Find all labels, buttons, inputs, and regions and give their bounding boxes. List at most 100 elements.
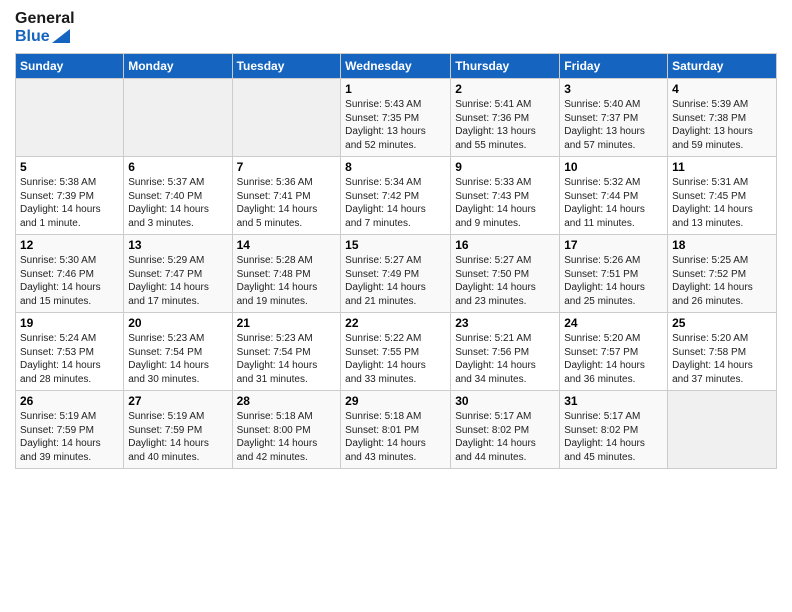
col-header-wednesday: Wednesday bbox=[341, 54, 451, 79]
header: General Blue bbox=[15, 10, 777, 45]
day-number: 13 bbox=[128, 238, 227, 252]
day-info: Sunrise: 5:41 AMSunset: 7:36 PMDaylight:… bbox=[455, 98, 555, 152]
day-info: Sunrise: 5:19 AMSunset: 7:59 PMDaylight:… bbox=[128, 410, 227, 464]
day-number: 15 bbox=[345, 238, 446, 252]
calendar-cell bbox=[16, 79, 124, 157]
calendar-cell: 5Sunrise: 5:38 AMSunset: 7:39 PMDaylight… bbox=[16, 157, 124, 235]
day-number: 2 bbox=[455, 82, 555, 96]
day-info: Sunrise: 5:23 AMSunset: 7:54 PMDaylight:… bbox=[128, 332, 227, 386]
col-header-saturday: Saturday bbox=[668, 54, 777, 79]
calendar-cell: 31 Sunrise: 5:17 AMSunset: 8:02 PMDayligh… bbox=[560, 391, 668, 469]
col-header-monday: Monday bbox=[124, 54, 232, 79]
day-info: Sunrise: 5:30 AMSunset: 7:46 PMDaylight:… bbox=[20, 254, 119, 308]
logo-arrow-icon bbox=[52, 29, 70, 43]
day-info: Sunrise: 5:39 AMSunset: 7:38 PMDaylight:… bbox=[672, 98, 772, 152]
col-header-friday: Friday bbox=[560, 54, 668, 79]
logo-general: General bbox=[15, 10, 75, 28]
day-number: 29 bbox=[345, 394, 446, 408]
day-number: 20 bbox=[128, 316, 227, 330]
day-number: 14 bbox=[237, 238, 337, 252]
calendar-cell: 29Sunrise: 5:18 AMSunset: 8:01 PMDayligh… bbox=[341, 391, 451, 469]
day-number: 1 bbox=[345, 82, 446, 96]
day-info: Sunrise: 5:17 AMSunset: 8:02 PMDaylight:… bbox=[455, 410, 555, 464]
calendar-cell: 10 Sunrise: 5:32 AMSunset: 7:44 PMDayligh… bbox=[560, 157, 668, 235]
day-number: 26 bbox=[20, 394, 119, 408]
day-info: Sunrise: 5:25 AMSunset: 7:52 PMDaylight:… bbox=[672, 254, 772, 308]
day-info: Sunrise: 5:32 AMSunset: 7:44 PMDaylight:… bbox=[564, 176, 663, 230]
calendar-cell: 13 Sunrise: 5:29 AMSunset: 7:47 PMDayligh… bbox=[124, 235, 232, 313]
calendar-cell: 8 Sunrise: 5:34 AMSunset: 7:42 PMDaylight… bbox=[341, 157, 451, 235]
calendar-cell: 1 Sunrise: 5:43 AMSunset: 7:35 PMDaylight… bbox=[341, 79, 451, 157]
day-info: Sunrise: 5:27 AMSunset: 7:49 PMDaylight:… bbox=[345, 254, 446, 308]
day-info: Sunrise: 5:40 AMSunset: 7:37 PMDaylight:… bbox=[564, 98, 663, 152]
day-number: 10 bbox=[564, 160, 663, 174]
calendar-cell: 21Sunrise: 5:23 AMSunset: 7:54 PMDayligh… bbox=[232, 313, 341, 391]
calendar-week-3: 12 Sunrise: 5:30 AMSunset: 7:46 PMDayligh… bbox=[16, 235, 777, 313]
day-info: Sunrise: 5:20 AMSunset: 7:57 PMDaylight:… bbox=[564, 332, 663, 386]
calendar-cell: 20 Sunrise: 5:23 AMSunset: 7:54 PMDayligh… bbox=[124, 313, 232, 391]
calendar-cell: 2 Sunrise: 5:41 AMSunset: 7:36 PMDaylight… bbox=[451, 79, 560, 157]
calendar-cell: 22Sunrise: 5:22 AMSunset: 7:55 PMDayligh… bbox=[341, 313, 451, 391]
calendar-cell: 6 Sunrise: 5:37 AMSunset: 7:40 PMDaylight… bbox=[124, 157, 232, 235]
calendar-cell: 15 Sunrise: 5:27 AMSunset: 7:49 PMDayligh… bbox=[341, 235, 451, 313]
calendar-cell: 19Sunrise: 5:24 AMSunset: 7:53 PMDayligh… bbox=[16, 313, 124, 391]
day-info: Sunrise: 5:28 AMSunset: 7:48 PMDaylight:… bbox=[237, 254, 337, 308]
day-number: 23 bbox=[455, 316, 555, 330]
day-info: Sunrise: 5:37 AMSunset: 7:40 PMDaylight:… bbox=[128, 176, 227, 230]
day-number: 24 bbox=[564, 316, 663, 330]
calendar-cell: 17Sunrise: 5:26 AMSunset: 7:51 PMDayligh… bbox=[560, 235, 668, 313]
day-info: Sunrise: 5:19 AMSunset: 7:59 PMDaylight:… bbox=[20, 410, 119, 464]
day-number: 18 bbox=[672, 238, 772, 252]
calendar-week-1: 1 Sunrise: 5:43 AMSunset: 7:35 PMDaylight… bbox=[16, 79, 777, 157]
day-number: 7 bbox=[237, 160, 337, 174]
day-info: Sunrise: 5:21 AMSunset: 7:56 PMDaylight:… bbox=[455, 332, 555, 386]
day-number: 6 bbox=[128, 160, 227, 174]
calendar-cell: 26 Sunrise: 5:19 AMSunset: 7:59 PMDayligh… bbox=[16, 391, 124, 469]
day-number: 30 bbox=[455, 394, 555, 408]
day-info: Sunrise: 5:22 AMSunset: 7:55 PMDaylight:… bbox=[345, 332, 446, 386]
day-number: 31 bbox=[564, 394, 663, 408]
day-info: Sunrise: 5:34 AMSunset: 7:42 PMDaylight:… bbox=[345, 176, 446, 230]
day-info: Sunrise: 5:31 AMSunset: 7:45 PMDaylight:… bbox=[672, 176, 772, 230]
day-info: Sunrise: 5:24 AMSunset: 7:53 PMDaylight:… bbox=[20, 332, 119, 386]
col-header-sunday: Sunday bbox=[16, 54, 124, 79]
calendar-cell: 4 Sunrise: 5:39 AMSunset: 7:38 PMDaylight… bbox=[668, 79, 777, 157]
calendar-cell bbox=[668, 391, 777, 469]
day-number: 3 bbox=[564, 82, 663, 96]
day-info: Sunrise: 5:36 AMSunset: 7:41 PMDaylight:… bbox=[237, 176, 337, 230]
calendar-cell bbox=[124, 79, 232, 157]
day-info: Sunrise: 5:26 AMSunset: 7:51 PMDaylight:… bbox=[564, 254, 663, 308]
col-header-tuesday: Tuesday bbox=[232, 54, 341, 79]
calendar-header-row: SundayMondayTuesdayWednesdayThursdayFrid… bbox=[16, 54, 777, 79]
day-number: 12 bbox=[20, 238, 119, 252]
day-info: Sunrise: 5:27 AMSunset: 7:50 PMDaylight:… bbox=[455, 254, 555, 308]
day-number: 8 bbox=[345, 160, 446, 174]
day-number: 25 bbox=[672, 316, 772, 330]
calendar-cell: 14 Sunrise: 5:28 AMSunset: 7:48 PMDayligh… bbox=[232, 235, 341, 313]
calendar-cell: 9Sunrise: 5:33 AMSunset: 7:43 PMDaylight… bbox=[451, 157, 560, 235]
day-info: Sunrise: 5:29 AMSunset: 7:47 PMDaylight:… bbox=[128, 254, 227, 308]
calendar-cell: 25 Sunrise: 5:20 AMSunset: 7:58 PMDayligh… bbox=[668, 313, 777, 391]
calendar-cell: 11Sunrise: 5:31 AMSunset: 7:45 PMDayligh… bbox=[668, 157, 777, 235]
calendar-cell: 30 Sunrise: 5:17 AMSunset: 8:02 PMDayligh… bbox=[451, 391, 560, 469]
calendar-table: SundayMondayTuesdayWednesdayThursdayFrid… bbox=[15, 53, 777, 469]
day-info: Sunrise: 5:20 AMSunset: 7:58 PMDaylight:… bbox=[672, 332, 772, 386]
calendar-cell: 12 Sunrise: 5:30 AMSunset: 7:46 PMDayligh… bbox=[16, 235, 124, 313]
calendar-cell: 23 Sunrise: 5:21 AMSunset: 7:56 PMDayligh… bbox=[451, 313, 560, 391]
calendar-cell: 7 Sunrise: 5:36 AMSunset: 7:41 PMDaylight… bbox=[232, 157, 341, 235]
day-number: 4 bbox=[672, 82, 772, 96]
calendar-week-2: 5Sunrise: 5:38 AMSunset: 7:39 PMDaylight… bbox=[16, 157, 777, 235]
page: General Blue SundayMondayTuesdayWednesda… bbox=[0, 0, 792, 612]
day-info: Sunrise: 5:43 AMSunset: 7:35 PMDaylight:… bbox=[345, 98, 446, 152]
col-header-thursday: Thursday bbox=[451, 54, 560, 79]
day-info: Sunrise: 5:23 AMSunset: 7:54 PMDaylight:… bbox=[237, 332, 337, 386]
calendar-cell: 28Sunrise: 5:18 AMSunset: 8:00 PMDayligh… bbox=[232, 391, 341, 469]
calendar-cell bbox=[232, 79, 341, 157]
day-info: Sunrise: 5:17 AMSunset: 8:02 PMDaylight:… bbox=[564, 410, 663, 464]
calendar-week-4: 19Sunrise: 5:24 AMSunset: 7:53 PMDayligh… bbox=[16, 313, 777, 391]
calendar-cell: 16Sunrise: 5:27 AMSunset: 7:50 PMDayligh… bbox=[451, 235, 560, 313]
day-info: Sunrise: 5:18 AMSunset: 8:00 PMDaylight:… bbox=[237, 410, 337, 464]
calendar-week-5: 26 Sunrise: 5:19 AMSunset: 7:59 PMDayligh… bbox=[16, 391, 777, 469]
logo-blue: Blue bbox=[15, 28, 75, 46]
day-number: 9 bbox=[455, 160, 555, 174]
